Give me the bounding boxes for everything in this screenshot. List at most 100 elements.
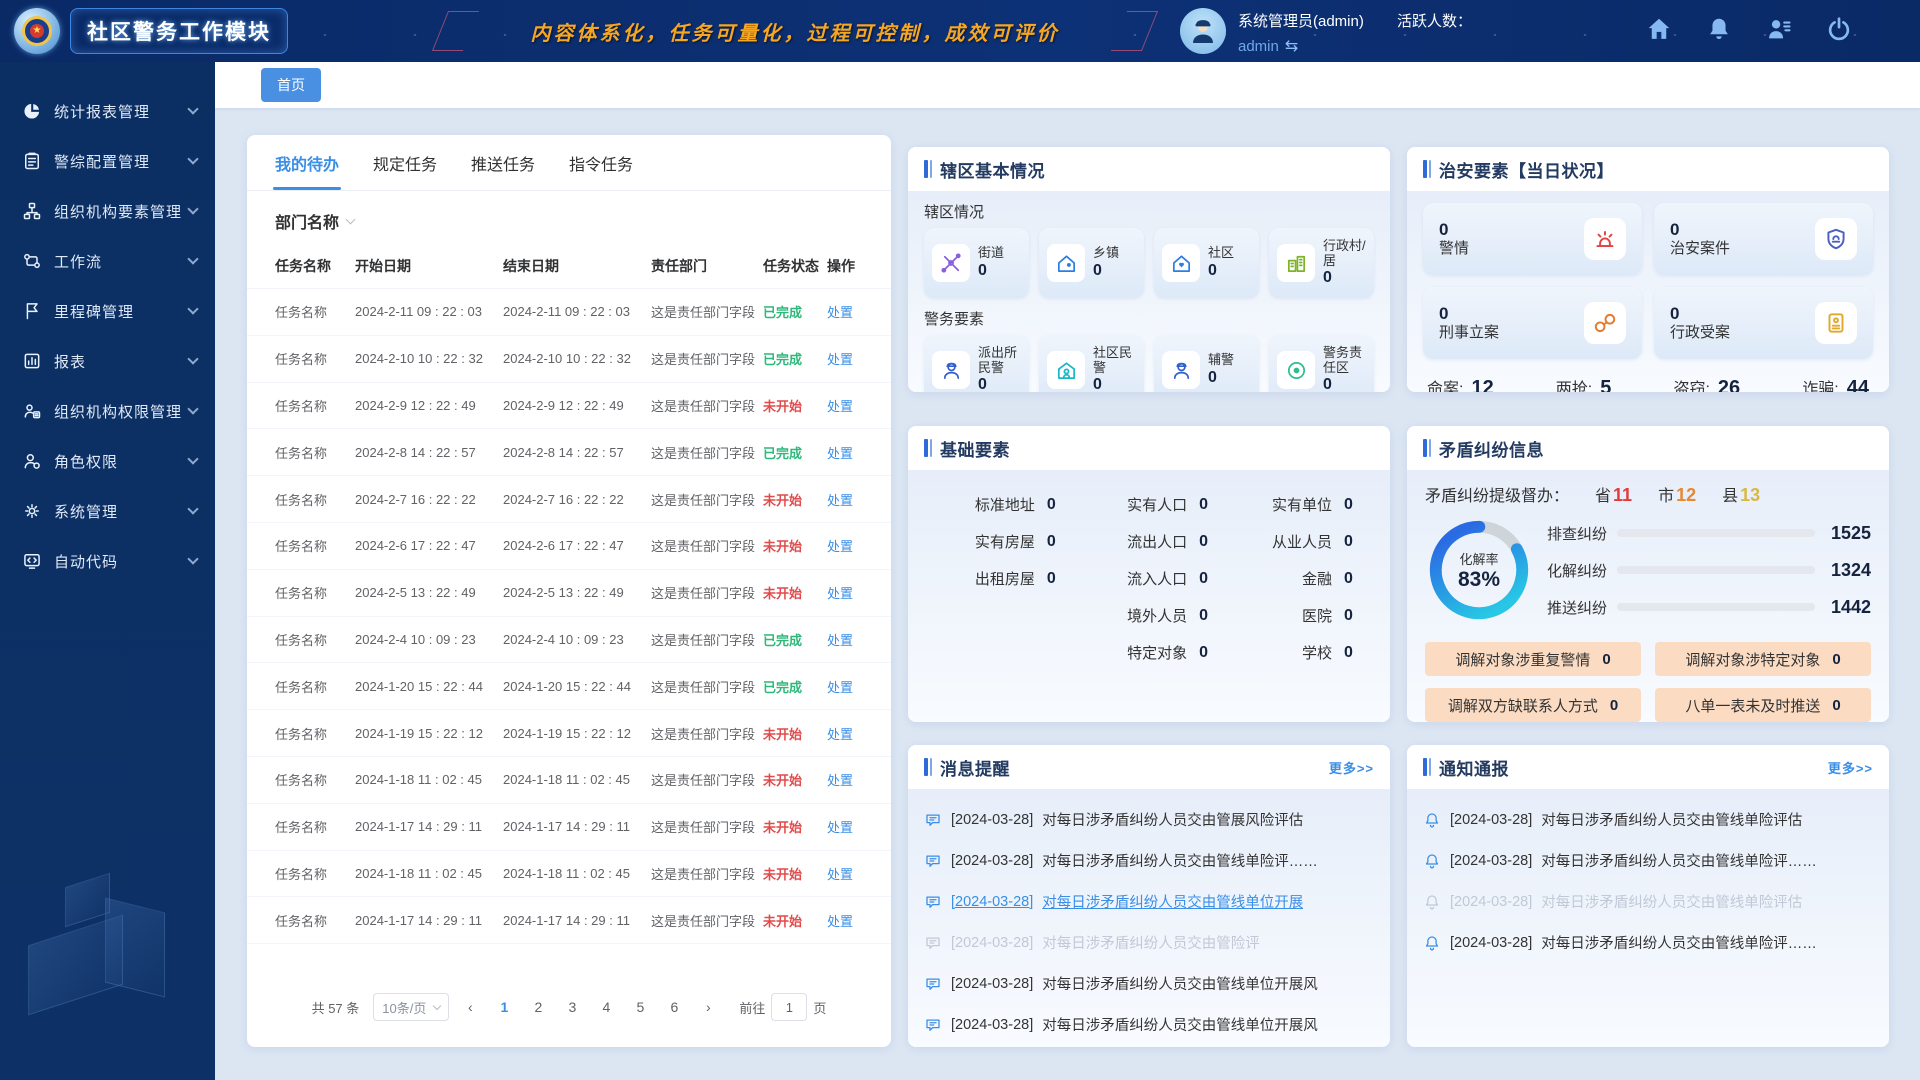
sidebar-item[interactable]: 工作流 [0,236,215,286]
page-number-button[interactable]: 6 [661,993,687,1021]
contacts-icon[interactable] [1765,15,1793,43]
message-item[interactable]: [2024-03-28] 对每日涉矛盾纠纷人员交由管线单险评…… [908,840,1390,881]
notice-item[interactable]: [2024-03-28] 对每日涉矛盾纠纷人员交由管线单险评…… [1407,840,1889,881]
message-item[interactable]: [2024-03-28] 对每日涉矛盾纠纷人员交由管险评 [908,922,1390,963]
power-icon[interactable] [1825,15,1853,43]
message-item[interactable]: [2024-03-28] 对每日涉矛盾纠纷人员交由管线单位开展风 [908,963,1390,1004]
dispute-filter-button[interactable]: 调解对象涉特定对象 0 [1655,642,1871,676]
sidebar-nav: 统计报表管理 警综配置管理 组织机构要素管理 工作流 里程碑管理 报表 组织机构… [0,62,215,1080]
security-card-icon [1584,218,1626,260]
message-more-link[interactable]: 更多>> [1329,758,1374,777]
security-card-label: 刑事立案 [1439,324,1499,343]
task-end-date: 2024-1-18 11 : 02 : 45 [503,866,651,881]
stat-card[interactable]: 乡镇 0 [1039,228,1144,298]
notice-item[interactable]: [2024-03-28] 对每日涉矛盾纠纷人员交由管线单险评估 [1407,881,1889,922]
message-item[interactable]: [2024-03-28] 对每日涉矛盾纠纷人员交由管线单位开展风 [908,1004,1390,1045]
sidebar-item[interactable]: 统计报表管理 [0,86,215,136]
home-icon[interactable] [1645,15,1673,43]
task-action-link[interactable]: 处置 [827,583,867,602]
task-action-link[interactable]: 处置 [827,864,867,883]
basic-stat-row: 医院 0 [1225,597,1370,634]
table-row: 任务名称 2024-1-17 14 : 29 : 11 2024-1-17 14… [247,897,891,944]
task-action-link[interactable]: 处置 [827,396,867,415]
notice-item[interactable]: [2024-03-28] 对每日涉矛盾纠纷人员交由管线单险评估 [1407,799,1889,840]
notice-more-link[interactable]: 更多>> [1828,758,1873,777]
sidebar-item[interactable]: 里程碑管理 [0,286,215,336]
sidebar-item[interactable]: 角色权限 [0,436,215,486]
todo-tab[interactable]: 指令任务 [569,135,633,190]
page-number-button[interactable]: 3 [559,993,585,1021]
sidebar-item[interactable]: 系统管理 [0,486,215,536]
task-action-link[interactable]: 处置 [827,302,867,321]
security-stat-card[interactable]: 0 警情 [1423,203,1642,275]
chevron-down-icon [187,103,198,114]
sidebar-item[interactable]: 报表 [0,336,215,386]
dispute-filter-button[interactable]: 调解对象涉重复警情 0 [1425,642,1641,676]
page-size-select[interactable]: 10条/页 [373,993,449,1021]
stat-card[interactable]: 社区 0 [1154,228,1259,298]
task-action-link[interactable]: 处置 [827,770,867,789]
chevron-down-icon [187,303,198,314]
notice-panel: 通知通报 更多>> [2024-03-28] 对每日涉矛盾纠纷人员交由管线单险评… [1407,745,1889,1047]
page-number-button[interactable]: 1 [491,993,517,1021]
goto-page-input[interactable] [771,993,807,1021]
bell-icon [1423,811,1441,829]
basic-col-2: 实有人口 0 流出人口 0 流入人口 0 境外人员 0 特定对象 [1073,486,1225,671]
todo-tab-label: 我的待办 [275,151,339,175]
stat-card[interactable]: 警务责任区 0 [1269,335,1374,392]
basic-stat-row: 学校 0 [1225,634,1370,671]
task-action-link[interactable]: 处置 [827,817,867,836]
task-action-link[interactable]: 处置 [827,349,867,368]
security-stat-card[interactable]: 0 行政受案 [1654,287,1873,359]
tab-home[interactable]: 首页 [261,68,321,102]
sidebar-item[interactable]: 自动代码 [0,536,215,586]
task-action-link[interactable]: 处置 [827,536,867,555]
sidebar-item-icon [22,101,42,121]
task-name: 任务名称 [275,864,355,883]
department-filter[interactable]: 部门名称 [247,191,891,243]
notice-item[interactable]: [2024-03-28] 对每日涉矛盾纠纷人员交由管线单险评…… [1407,922,1889,963]
task-action-link[interactable]: 处置 [827,911,867,930]
task-action-link[interactable]: 处置 [827,677,867,696]
todo-tab[interactable]: 规定任务 [373,135,437,190]
stat-card[interactable]: 社区民警 0 [1039,335,1144,392]
task-action-link[interactable]: 处置 [827,490,867,509]
sidebar-item[interactable]: 警综配置管理 [0,136,215,186]
switch-user-icon[interactable]: ⇆ [1285,36,1298,56]
stat-card-icon [1047,351,1085,389]
page-number-button[interactable]: 2 [525,993,551,1021]
task-department: 这是责任部门字段 [651,677,763,696]
message-panel: 消息提醒 更多>> [2024-03-28] 对每日涉矛盾纠纷人员交由管展风险评… [908,745,1390,1047]
message-item[interactable]: [2024-03-28] 对每日涉矛盾纠纷人员交由管展风险评估 [908,799,1390,840]
dispute-filter-button[interactable]: 调解双方缺联系人方式 0 [1425,688,1641,722]
user-name[interactable]: admin [1238,38,1279,55]
page-number-button[interactable]: 4 [593,993,619,1021]
security-stat-card[interactable]: 0 治安案件 [1654,203,1873,275]
sidebar-item[interactable]: 组织机构要素管理 [0,186,215,236]
stat-card[interactable]: 辅警 0 [1154,335,1259,392]
next-page-button[interactable]: › [695,993,721,1021]
task-action-link[interactable]: 处置 [827,724,867,743]
page-number-button[interactable]: 5 [627,993,653,1021]
stat-card[interactable]: 行政村/居 0 [1269,228,1374,298]
stat-card-icon [932,351,970,389]
bell-icon[interactable] [1705,15,1733,43]
notice-date: [2024-03-28] [1450,935,1532,951]
app-title: 社区警务工作模块 [70,8,288,54]
user-avatar[interactable] [1180,8,1226,54]
task-name: 任务名称 [275,490,355,509]
notice-text: 对每日涉矛盾纠纷人员交由管线单险评…… [1541,932,1817,953]
prev-page-button[interactable]: ‹ [457,993,483,1021]
todo-tab[interactable]: 我的待办 [275,135,339,190]
dispute-filter-button[interactable]: 八单一表未及时推送 0 [1655,688,1871,722]
stat-card[interactable]: 派出所民警 0 [924,335,1029,392]
todo-tab[interactable]: 推送任务 [471,135,535,190]
task-action-link[interactable]: 处置 [827,630,867,649]
dispute-bar-chart: 排查纠纷 1525 化解纠纷 1324 推送纠纷 1442 [1547,523,1871,618]
stat-card[interactable]: 街道 0 [924,228,1029,298]
security-stat-card[interactable]: 0 刑事立案 [1423,287,1642,359]
message-item[interactable]: [2024-03-28] 对每日涉矛盾纠纷人员交由管线单位开展 [908,881,1390,922]
bar-row: 推送纠纷 1442 [1547,597,1871,618]
sidebar-item[interactable]: 组织机构权限管理 [0,386,215,436]
task-action-link[interactable]: 处置 [827,443,867,462]
